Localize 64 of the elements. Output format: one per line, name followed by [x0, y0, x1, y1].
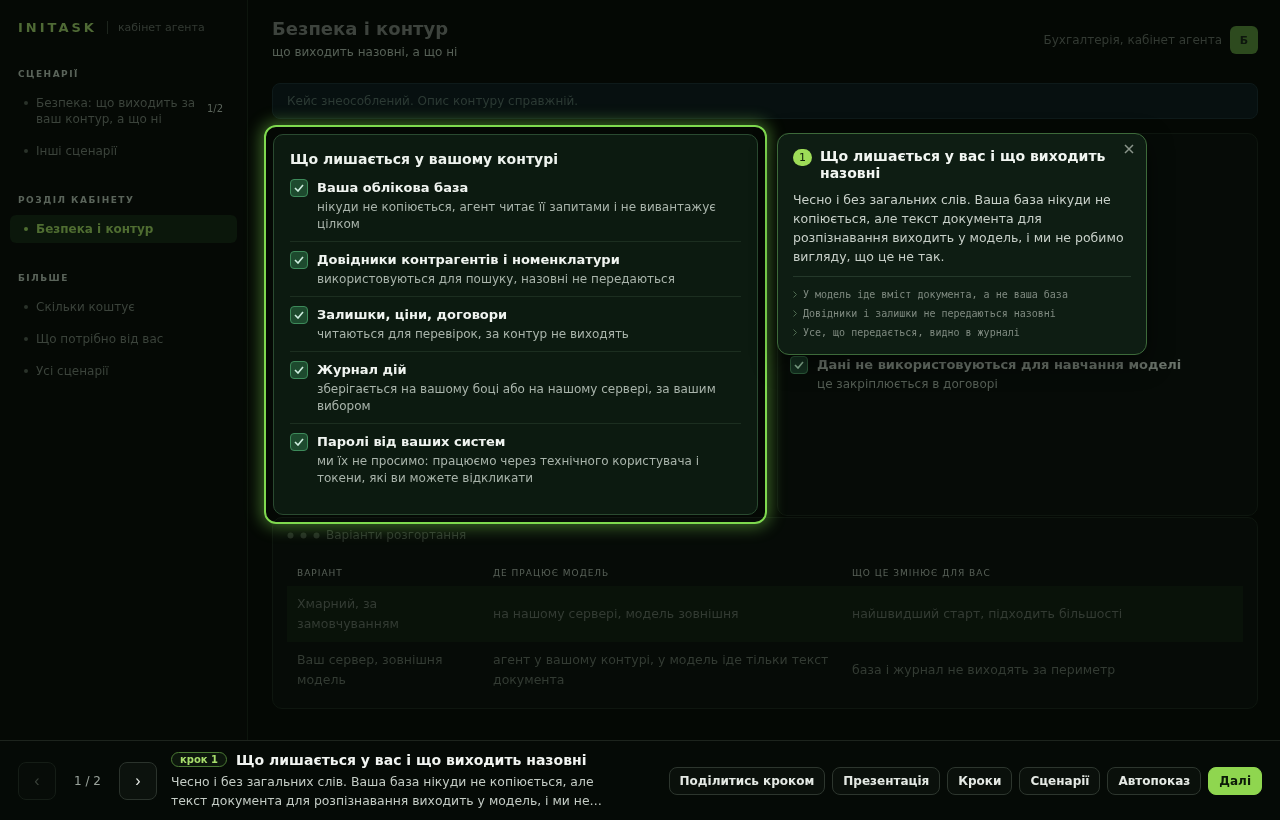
sidebar-item[interactable]: Скільки коштує: [10, 293, 237, 321]
toolbar-button[interactable]: Сценарії: [1019, 766, 1101, 795]
column-header: ВАРІАНТ: [296, 567, 344, 580]
toolbar-button[interactable]: Автопоказ: [1107, 766, 1202, 795]
tooltip-text: Чесно і без загальних слів. Ваша база нікуди не копіюється, але текст документа для розпізнавання виходить у модель, і ми не робимо вигляду, що це не так.: [793, 190, 1131, 277]
column-header: ЩО ЦЕ ЗМІНЮЄ ДЛЯ ВАС: [851, 567, 992, 580]
item-title: Залишки, ціни, договори: [317, 306, 509, 324]
sidebar-item[interactable]: Інші сценарії: [10, 137, 237, 165]
chevron-icon: [793, 291, 797, 298]
page-title: Безпека і контур: [272, 18, 450, 39]
chevron-icon: [793, 329, 797, 336]
toolbar-button[interactable]: Презентація: [832, 766, 941, 795]
item-description: ми їх не просимо: працюємо через технічного користувача і токени, які ви можете відкликати: [317, 453, 701, 487]
checkbox[interactable]: [290, 179, 308, 197]
logo: INITASK: [18, 20, 97, 35]
next-button[interactable]: ›: [118, 761, 157, 800]
tooltip-title: Що лишається у вас і що виходить назовні: [820, 148, 1107, 182]
section-heading: РОЗДІЛ КАБІНЕТУ: [17, 195, 136, 205]
item-description: це закріплюється в договорі: [817, 376, 999, 393]
check-icon: [294, 311, 304, 319]
next-step-button[interactable]: Далі: [1208, 766, 1262, 795]
dot-icon: [287, 531, 294, 539]
sidebar-item[interactable]: Безпека: що виходить за ваш контур, а що ні 1/2: [10, 89, 237, 133]
sidebar-item[interactable]: Усі сценарії: [10, 357, 237, 385]
tooltip-point: У модель іде вміст документа, а не ваша база: [803, 288, 1068, 302]
close-button[interactable]: [1124, 144, 1134, 154]
item-title: Паролі від ваших систем: [317, 433, 507, 451]
check-icon: [294, 438, 304, 446]
checkbox[interactable]: [790, 356, 808, 374]
chevron-icon: [793, 310, 797, 317]
check-icon: [794, 361, 804, 369]
check-icon: [294, 256, 304, 264]
item-description: зберігається на вашому боці або на нашому сервері, за вашим вибором: [317, 381, 717, 415]
checkbox[interactable]: [290, 306, 308, 324]
item-title: Журнал дій: [317, 361, 408, 379]
step-description: Чесно і без загальних слів. Ваша база нікуди не копіюється, але текст документа для розпізнавання виходить у модель, і ми не…: [170, 772, 603, 810]
page-counter: 1 / 2: [73, 773, 102, 788]
check-icon: [294, 366, 304, 374]
item-description: використовуються для пошуку, назовні не передаються: [317, 271, 675, 288]
item-description: нікуди не копіюється, агент читає її запитами і не вивантажує цілком: [317, 199, 717, 233]
sidebar-item[interactable]: Безпека і контур: [10, 215, 237, 243]
sidebar-item[interactable]: Що потрібно від вас: [10, 325, 237, 353]
toolbar-button[interactable]: Поділитись кроком: [668, 766, 826, 795]
item-title: Дані не використовуються для навчання моделі: [817, 356, 1182, 374]
page-subtitle: що виходить назовні, а що ні: [272, 45, 458, 59]
item-title: Довідники контрагентів і номенклатури: [317, 251, 621, 269]
section-heading: СЦЕНАРІЇ: [17, 69, 80, 79]
checkbox[interactable]: [290, 361, 308, 379]
checkbox[interactable]: [290, 433, 308, 451]
check-icon: [294, 184, 304, 192]
dot-icon: [313, 531, 320, 539]
toolbar-button[interactable]: Кроки: [947, 766, 1013, 795]
tooltip-point: Усе, що передається, видно в журналі: [803, 326, 1020, 340]
tooltip-point: Довідники і залишки не передаються назовні: [803, 307, 1056, 321]
dot-icon: [300, 531, 307, 539]
item-title: Ваша облікова база: [317, 179, 470, 197]
section-heading: БІЛЬШЕ: [17, 273, 70, 283]
step-badge: крок 1: [170, 752, 227, 767]
checkbox[interactable]: [290, 251, 308, 269]
column-header: ДЕ ПРАЦЮЄ МОДЕЛЬ: [492, 567, 611, 580]
step-title: Що лишається у вас і що виходить назовні: [236, 751, 587, 768]
item-description: читаються для перевірок, за контур не виходять: [317, 326, 629, 343]
step-number: 1: [793, 149, 812, 166]
card-title: Що лишається у вашому контурі: [290, 151, 559, 167]
